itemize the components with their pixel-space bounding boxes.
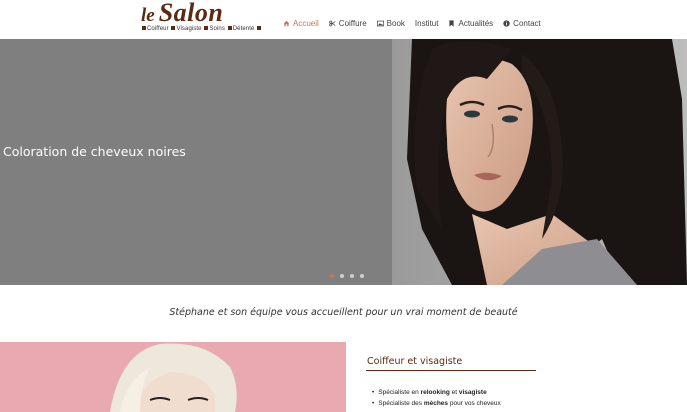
info-icon (503, 19, 510, 27)
logo-tagline: Coiffeur Visagiste Soins Détente (141, 26, 262, 32)
feature-photo (0, 342, 346, 412)
nav-label: Book (386, 18, 405, 28)
section-title: Coiffeur et visagiste (367, 356, 463, 367)
nav-label: Actualités (458, 18, 494, 28)
scissors-icon (329, 20, 336, 26)
hero-slider[interactable]: Coloration de cheveux noires (0, 39, 687, 285)
nav-item-coiffure[interactable]: Coiffure (329, 17, 367, 29)
slider-dot[interactable] (360, 274, 364, 278)
nav-item-accueil[interactable]: Accueil (283, 17, 319, 29)
nav-label: Coiffure (338, 18, 367, 28)
nav-label: Contact (513, 18, 541, 28)
blonde-model-photo (0, 342, 346, 412)
logo-wordmark: le Salon (141, 0, 224, 27)
list-item: Spécialiste des mèches pour vos cheveux (372, 398, 501, 409)
logo[interactable]: le Salon Coiffeur Visagiste Soins Détent… (141, 0, 269, 37)
nav-item-contact[interactable]: Contact (503, 17, 541, 29)
slide-caption: Coloration de cheveux noires (3, 144, 186, 159)
slider-dot[interactable] (330, 274, 334, 278)
nav-item-institut[interactable]: Institut (415, 17, 439, 29)
slider-dot[interactable] (350, 274, 354, 278)
image-icon (376, 20, 384, 26)
services-list: Spécialiste en relooking et visagiste Sp… (372, 387, 501, 409)
welcome-tagline: Stéphane et son équipe vous accueillent … (169, 307, 518, 318)
list-item: Spécialiste en relooking et visagiste (372, 387, 501, 398)
site-header: le Salon Coiffeur Visagiste Soins Détent… (0, 0, 687, 39)
nav-label: Accueil (293, 18, 319, 28)
section-divider (366, 370, 536, 371)
slider-dots (330, 274, 364, 278)
bookmark-icon (449, 19, 455, 27)
hero-photo (392, 39, 687, 285)
slider-dot[interactable] (340, 274, 344, 278)
nav-label: Institut (414, 18, 439, 28)
nav-item-actualites[interactable]: Actualités (448, 17, 493, 29)
home-icon (283, 20, 290, 26)
nav-item-book[interactable]: Book (376, 17, 405, 29)
main-nav: Accueil Coiffure Book Institut Actualité… (283, 17, 541, 29)
